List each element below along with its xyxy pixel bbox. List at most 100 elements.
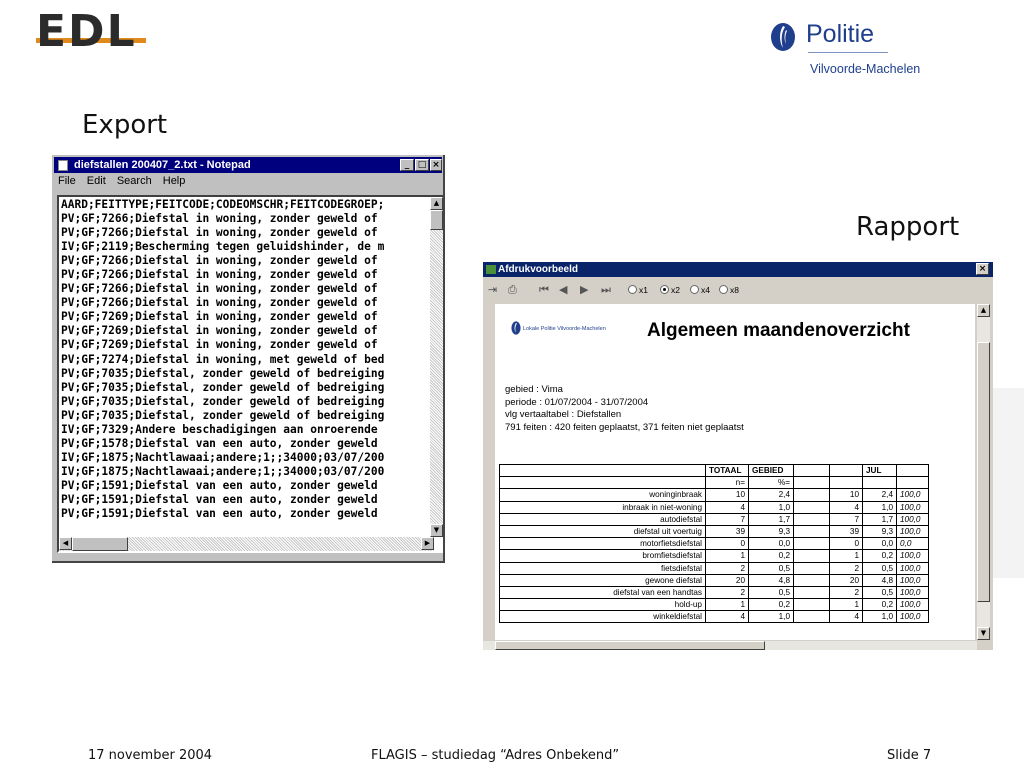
notepad-line: PV;GF;7266;Diefstal in woning, zonder ge… <box>61 226 378 240</box>
table-cell: 100,0 <box>896 598 929 612</box>
preview-scroll-up-button[interactable]: ▲ <box>977 304 990 317</box>
menu-file[interactable]: File <box>58 175 76 187</box>
table-cell: 1 <box>829 549 863 563</box>
scroll-right-button[interactable]: ▶ <box>421 537 434 550</box>
preview-titlebar[interactable]: Afdrukvoorbeeld × <box>483 262 993 277</box>
table-cell: woninginbraak <box>499 488 706 502</box>
vertical-scrollbar[interactable]: ▲ ▼ <box>430 197 443 537</box>
preview-horizontal-scrollbar[interactable] <box>483 641 977 650</box>
close-button[interactable]: × <box>430 159 442 171</box>
table-cell: 2,4 <box>748 488 794 502</box>
vertical-scroll-thumb[interactable] <box>430 210 443 230</box>
notepad-line: PV;GF;7035;Diefstal, zonder geweld of be… <box>61 394 385 408</box>
table-cell: 2 <box>829 585 863 600</box>
notepad-title: diefstallen 200407_2.txt - Notepad <box>74 159 251 171</box>
notepad-line: PV;GF;7266;Diefstal in woning, zonder ge… <box>61 296 378 310</box>
notepad-line: PV;GF;1591;Diefstal van een auto, zonder… <box>61 507 378 521</box>
table-cell <box>793 500 830 514</box>
table-cell: 0 <box>829 537 863 551</box>
table-cell: gewone diefstal <box>499 573 706 587</box>
menu-edit[interactable]: Edit <box>87 175 106 187</box>
notepad-line: PV;GF;7266;Diefstal in woning, zonder ge… <box>61 254 378 268</box>
next-page-icon[interactable]: ▶ <box>580 283 588 297</box>
notepad-line: IV;GF;2119;Bescherming tegen geluidshind… <box>61 240 385 254</box>
table-cell: 1 <box>829 598 863 612</box>
scroll-left-button[interactable]: ◀ <box>59 537 72 550</box>
preview-vertical-scroll-thumb[interactable] <box>977 342 990 602</box>
zoom-x8-radio[interactable]: x8 <box>719 284 739 296</box>
politie-flame-icon <box>771 23 795 51</box>
scroll-up-button[interactable]: ▲ <box>430 197 443 210</box>
menu-search[interactable]: Search <box>117 175 152 187</box>
horizontal-scroll-thumb[interactable] <box>72 537 128 551</box>
zoom-x4-radio[interactable]: x4 <box>690 284 710 296</box>
table-cell: 39 <box>829 524 863 539</box>
table-cell <box>499 476 706 490</box>
notepad-menubar: File Edit Search Help <box>58 175 193 191</box>
table-cell <box>793 610 830 624</box>
table-cell: JUL <box>862 463 897 478</box>
scroll-down-button[interactable]: ▼ <box>430 524 443 537</box>
background-window-strip <box>992 388 1024 578</box>
table-cell: 20 <box>829 573 863 587</box>
notepad-text-area[interactable]: AARD;FEITTYPE;FEITCODE;CODEOMSCHR;FEITCO… <box>57 195 443 553</box>
table-cell: 100,0 <box>896 549 929 563</box>
preview-vertical-scrollbar[interactable]: ▲ ▼ <box>977 304 990 640</box>
table-cell <box>793 537 830 551</box>
table-cell: 100,0 <box>896 512 929 526</box>
table-row: diefstal van een handtas 2 0,5 2 0,5 100,0 <box>499 585 929 600</box>
table-cell <box>896 463 929 478</box>
table-cell: 2 <box>829 561 863 575</box>
politie-region: Vilvoorde-Machelen <box>810 62 921 76</box>
edl-logo: EDL <box>36 6 148 57</box>
edl-logo-text: EDL <box>36 6 137 57</box>
menu-help[interactable]: Help <box>163 175 186 187</box>
table-cell: 0,5 <box>862 561 897 575</box>
preview-horizontal-scroll-thumb[interactable] <box>495 641 765 650</box>
notepad-line: PV;GF;7035;Diefstal, zonder geweld of be… <box>61 408 385 422</box>
notepad-line: PV;GF;7035;Diefstal, zonder geweld of be… <box>61 380 385 394</box>
table-cell: 100,0 <box>896 585 929 600</box>
report-gebied: gebied : Vima <box>505 384 563 395</box>
table-cell: diefstal van een handtas <box>499 585 706 600</box>
table-cell <box>793 463 830 478</box>
minimize-button[interactable]: _ <box>400 159 414 171</box>
table-cell: 1,0 <box>862 500 897 514</box>
exit-icon[interactable]: ⇥ <box>488 283 497 297</box>
table-cell <box>829 476 863 490</box>
first-page-icon[interactable]: ⏮ <box>539 283 549 297</box>
table-cell: 9,3 <box>862 524 897 539</box>
table-cell: 4 <box>705 610 749 624</box>
zoom-x2-radio-dot <box>660 285 669 294</box>
table-cell: 1,7 <box>862 512 897 526</box>
notepad-line: PV;GF;7269;Diefstal in woning, zonder ge… <box>61 338 378 352</box>
notepad-line: IV;GF;1875;Nachtlawaai;andere;1;;34000;0… <box>61 464 385 478</box>
table-cell: 100,0 <box>896 488 929 502</box>
zoom-x2-radio[interactable]: x2 <box>660 284 680 296</box>
preview-scroll-down-button[interactable]: ▼ <box>977 627 990 640</box>
preview-close-button[interactable]: × <box>976 263 989 275</box>
zoom-x8-label: x8 <box>730 285 739 295</box>
print-icon[interactable]: ⎙ <box>508 283 517 297</box>
table-cell <box>793 524 830 539</box>
report-periode: periode : 01/07/2004 - 31/07/2004 <box>505 396 649 408</box>
footer-slide-number: Slide 7 <box>887 748 932 763</box>
table-cell: 0,2 <box>748 549 794 563</box>
table-cell: 0,0 <box>896 537 929 551</box>
table-cell: 100,0 <box>896 610 929 624</box>
report-vertaaltabel: vlg vertaaltabel : Diefstallen <box>505 409 622 420</box>
horizontal-scrollbar[interactable]: ◀ ▶ <box>59 537 434 551</box>
table-cell: GEBIED <box>748 463 794 478</box>
table-cell: 1,0 <box>748 500 794 514</box>
zoom-x1-label: x1 <box>639 285 648 295</box>
report-page: Lokale Politie Vilvoorde-Machelen Algeme… <box>495 304 975 640</box>
table-cell: diefstal uit voertuig <box>499 524 706 539</box>
table-cell: 1 <box>705 598 749 612</box>
previous-page-icon[interactable]: ◀ <box>559 283 567 297</box>
last-page-icon[interactable]: ⏭ <box>601 283 611 297</box>
notepad-titlebar[interactable]: diefstallen 200407_2.txt - Notepad _ □ × <box>54 157 442 173</box>
zoom-x1-radio[interactable]: x1 <box>628 284 648 296</box>
maximize-button[interactable]: □ <box>415 159 429 171</box>
table-cell: 4 <box>829 610 863 624</box>
table-cell: fietsdiefstal <box>499 561 706 575</box>
